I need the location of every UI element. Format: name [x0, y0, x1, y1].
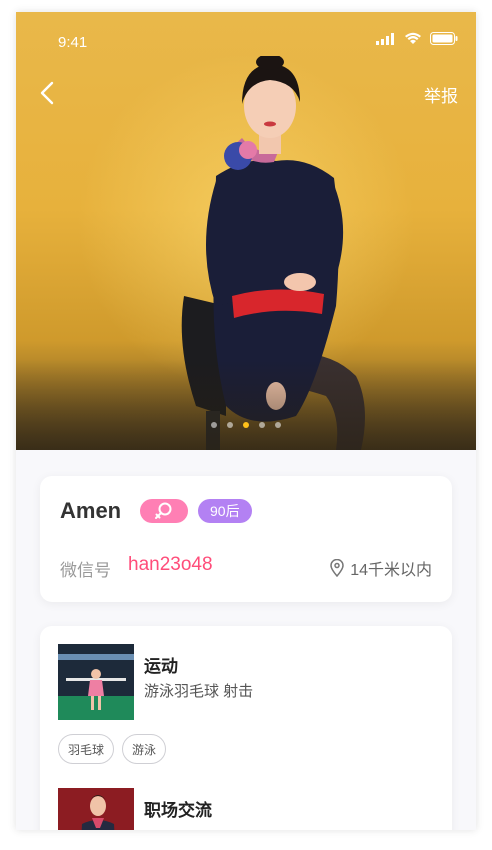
carousel-dot-active[interactable] — [243, 422, 249, 428]
gender-badge — [140, 499, 188, 523]
interest-tags: 羽毛球 游泳 — [58, 734, 167, 764]
carousel-dot[interactable] — [211, 422, 217, 428]
interests-card: 运动 游泳羽毛球 射击 羽毛球 游泳 职场交流 — [40, 626, 452, 830]
female-icon — [155, 502, 172, 519]
photo-floor-shadow — [16, 360, 476, 450]
back-button[interactable] — [30, 76, 64, 110]
age-badge: 90后 — [198, 499, 252, 523]
wechat-id[interactable]: han23o48 — [128, 554, 213, 576]
tag-swimming[interactable]: 游泳 — [122, 734, 167, 764]
chevron-left-icon — [40, 81, 54, 105]
signal-icon — [376, 32, 394, 45]
wifi-icon — [405, 32, 421, 44]
report-button[interactable]: 举报 — [424, 82, 458, 107]
interest-description: 游泳羽毛球 射击 — [144, 683, 254, 700]
battery-icon — [430, 32, 458, 45]
status-icons — [376, 32, 458, 45]
sports-thumbnail — [58, 644, 134, 720]
phone-screen: 9:41 举报 Amen 90后 微信号 han23o48 14千米以内 运动 … — [16, 12, 476, 830]
location-pin-icon — [330, 559, 344, 577]
profile-photo-carousel[interactable]: 9:41 举报 — [16, 12, 476, 450]
location-distance: 14千米以内 — [330, 556, 432, 580]
carousel-dot[interactable] — [275, 422, 281, 428]
career-thumbnail — [58, 788, 134, 830]
user-name: Amen — [60, 498, 122, 523]
carousel-dot[interactable] — [259, 422, 265, 428]
interest-title: 运动 — [144, 657, 178, 676]
carousel-dots — [16, 422, 476, 428]
distance-text: 14千米以内 — [350, 562, 432, 579]
wechat-label: 微信号 — [60, 561, 111, 580]
profile-card: Amen 90后 微信号 han23o48 14千米以内 — [40, 476, 452, 602]
status-bar: 9:41 — [16, 12, 476, 56]
carousel-dot[interactable] — [227, 422, 233, 428]
tag-badminton[interactable]: 羽毛球 — [58, 734, 115, 764]
interest-title: 职场交流 — [144, 801, 212, 820]
status-time: 9:41 — [58, 34, 88, 51]
